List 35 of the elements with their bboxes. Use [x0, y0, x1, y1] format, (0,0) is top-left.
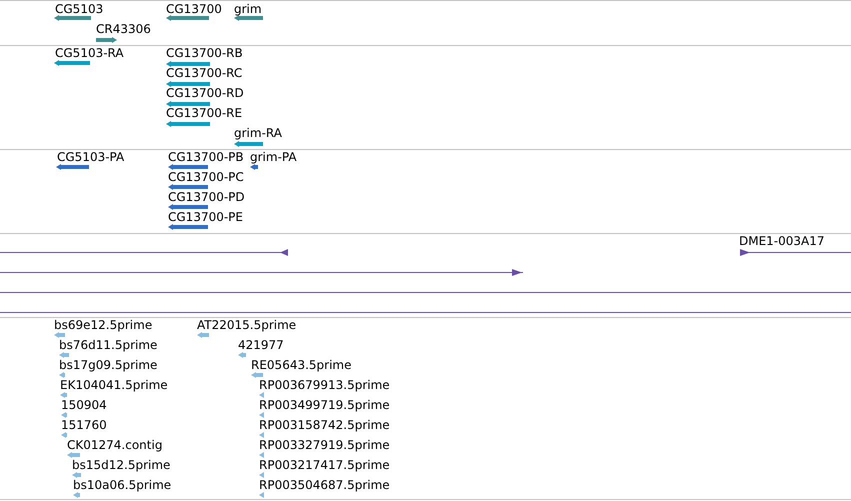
feature-label: CG13700-PB: [168, 150, 244, 164]
feature-label: CG13700-PD: [168, 190, 245, 204]
feature-label: RP003217417.5prime: [259, 458, 390, 472]
feature-label: CG13700-RC: [166, 66, 242, 80]
feature-label: CG13700-PE: [168, 210, 243, 224]
feature-label: bs17g09.5prime: [59, 358, 158, 372]
feature-label: CG13700-RE: [166, 106, 242, 120]
feature-label: RP003499719.5prime: [259, 398, 390, 412]
feature-label: CR43306: [96, 22, 151, 36]
feature-label: EK104041.5prime: [60, 378, 168, 392]
feature-label: CG5103: [55, 2, 104, 16]
feature-label: CG5103-RA: [55, 46, 124, 60]
feature-label: AT22015.5prime: [197, 318, 296, 332]
feature-label: RP003504687.5prime: [259, 478, 390, 492]
feature-label: RP003679913.5prime: [259, 378, 390, 392]
feature-label: CG5103-PA: [57, 150, 124, 164]
feature-label: CK01274.contig: [67, 438, 162, 452]
feature-label: bs10a06.5prime: [73, 478, 172, 492]
feature-label: 150904: [61, 398, 107, 412]
feature-label: 151760: [61, 418, 107, 432]
feature-label: CG13700-PC: [168, 170, 244, 184]
feature-label: bs15d12.5prime: [72, 458, 170, 472]
feature-label: RP003327919.5prime: [259, 438, 390, 452]
feature-label: RP003158742.5prime: [259, 418, 390, 432]
feature-label: bs69e12.5prime: [54, 318, 152, 332]
feature-label: RE05643.5prime: [251, 358, 352, 372]
feature-label: CG13700-RD: [166, 86, 244, 100]
feature-label: CG13700: [166, 2, 222, 16]
feature-label: CG13700-RB: [166, 46, 243, 60]
feature-label: bs76d11.5prime: [59, 338, 158, 352]
feature-label: 421977: [238, 338, 284, 352]
feature-label: grim-RA: [234, 126, 282, 140]
feature-label: DME1-003A17: [739, 234, 825, 248]
feature-label: grim: [234, 2, 262, 16]
feature-label: grim-PA: [250, 150, 297, 164]
